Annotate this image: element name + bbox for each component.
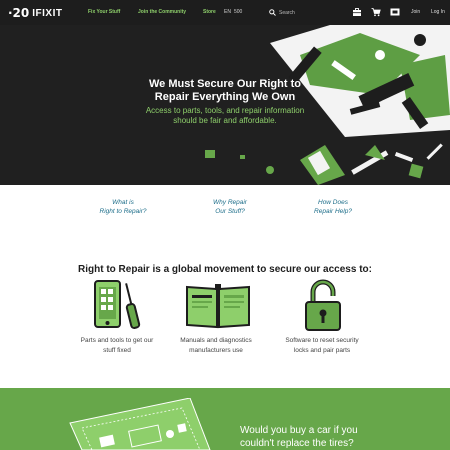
top-nav: ·20 IFIXIT Fix Your Stuff Join the Commu… <box>0 0 450 25</box>
hero-title-line: Repair Everything We Own <box>154 91 296 103</box>
toolbox-icon[interactable] <box>352 7 362 17</box>
car-question-line: Would you buy a car if you <box>240 425 358 436</box>
question-line: What is <box>112 199 134 206</box>
join-link[interactable]: Join <box>411 9 420 15</box>
feature-parts-tools: Parts and tools to get our stuff fixed <box>67 336 167 356</box>
feature-manuals-diagnostics: Manuals and diagnostics manufacturers us… <box>166 336 266 356</box>
hero-workbench-illustration <box>205 25 450 185</box>
phone-screwdriver-icon <box>94 280 141 329</box>
ifixit-logo[interactable]: ·20 IFIXIT <box>8 5 63 21</box>
search-bar[interactable] <box>269 7 339 18</box>
logo-text: IFIXIT <box>32 7 63 19</box>
search-icon <box>269 9 276 16</box>
what-is-right-to-repair-link[interactable]: What is Right to Repair? <box>78 198 168 216</box>
movement-heading: Right to Repair is a global movement to … <box>78 264 372 275</box>
language-badge: 500 <box>234 9 243 15</box>
hero-subtitle-line: Access to parts, tools, and repair infor… <box>145 106 305 115</box>
hero-title-line: We Must Secure Our Right to <box>149 78 301 90</box>
cart-icon[interactable] <box>371 7 381 17</box>
feature-software-reset: Software to reset security locks and pai… <box>272 336 372 356</box>
car-section: Would you buy a car if you couldn't repl… <box>0 388 450 450</box>
question-line: How Does <box>318 199 348 206</box>
feature-line: stuff fixed <box>103 347 131 354</box>
search-input[interactable] <box>279 9 334 16</box>
feature-line: Parts and tools to get our <box>80 337 154 344</box>
feature-line: Software to reset security <box>285 337 359 344</box>
feature-line: Manuals and diagnostics <box>180 337 252 344</box>
why-repair-link[interactable]: Why Repair Our Stuff? <box>185 198 275 216</box>
login-link[interactable]: Log In <box>431 9 445 15</box>
car-question-line: couldn't replace the tires? <box>240 438 354 449</box>
nav-link-join-community[interactable]: Join the Community <box>138 9 186 15</box>
question-line: Our Stuff? <box>215 208 245 215</box>
hero-subtitle: Access to parts, tools, and repair infor… <box>125 106 325 126</box>
question-line: Why Repair <box>213 199 247 206</box>
question-line: Right to Repair? <box>99 208 147 215</box>
feature-line: manufacturers use <box>189 347 243 354</box>
question-line: Repair Help? <box>314 208 352 215</box>
hero-title: We Must Secure Our Right to Repair Every… <box>125 78 325 104</box>
car-question: Would you buy a car if you couldn't repl… <box>240 424 400 450</box>
hero-banner: We Must Secure Our Right to Repair Every… <box>0 25 450 185</box>
how-does-repair-help-link[interactable]: How Does Repair Help? <box>288 198 378 216</box>
nav-link-fix-your-stuff[interactable]: Fix Your Stuff <box>88 9 120 15</box>
language-selector[interactable]: EN <box>224 9 231 15</box>
language-flag-icon[interactable] <box>390 7 400 17</box>
hero-subtitle-line: should be fair and affordable. <box>173 116 277 125</box>
manual-book-icon <box>186 284 250 329</box>
unlocked-padlock-icon <box>305 279 341 331</box>
logo-mark: ·20 <box>8 6 30 20</box>
car-manual-illustration <box>69 398 211 450</box>
nav-link-store[interactable]: Store <box>203 9 216 15</box>
feature-line: locks and pair parts <box>293 347 351 354</box>
